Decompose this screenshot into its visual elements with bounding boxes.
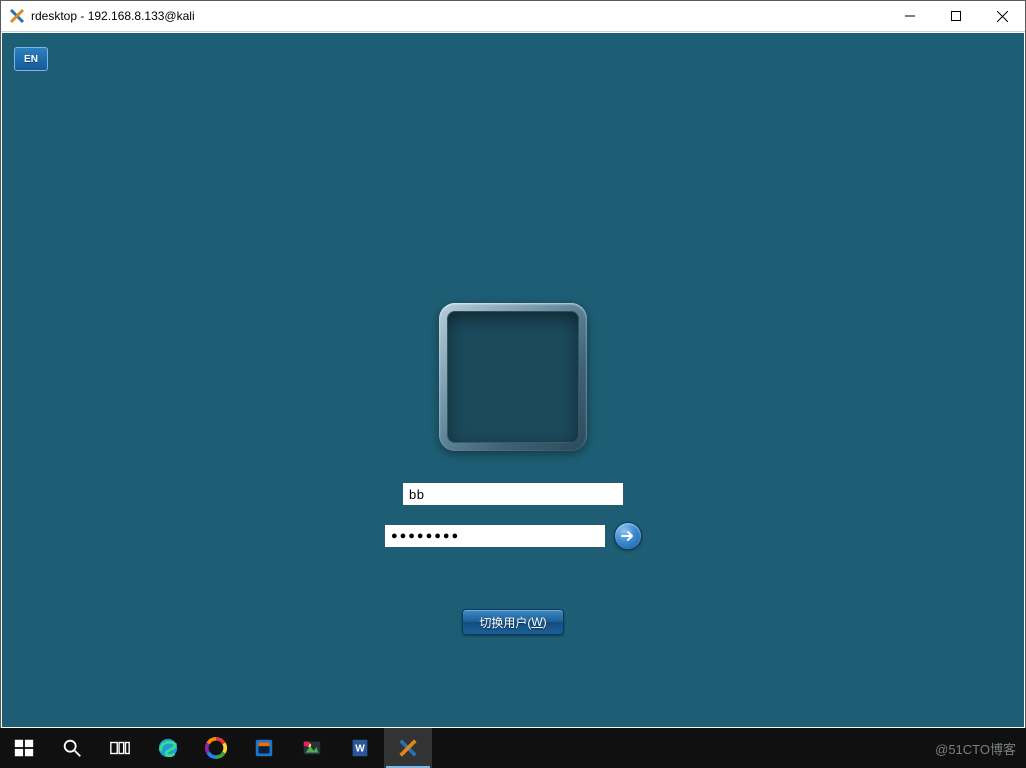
svg-text:W: W xyxy=(355,744,365,755)
login-panel: ●●●●●●●● 切换用户(W) xyxy=(384,303,642,635)
minimize-button[interactable] xyxy=(887,1,933,32)
user-avatar-tile xyxy=(439,303,587,451)
taskbar-app-vmware[interactable] xyxy=(240,728,288,768)
switch-user-button[interactable]: 切换用户(W) xyxy=(462,609,563,635)
taskbar-app-browser[interactable] xyxy=(192,728,240,768)
taskbar-app-word[interactable]: W xyxy=(336,728,384,768)
password-row: ●●●●●●●● xyxy=(384,523,642,549)
word-icon: W xyxy=(349,737,371,759)
titlebar[interactable]: rdesktop - 192.168.8.133@kali xyxy=(1,1,1025,32)
arrow-right-icon xyxy=(620,528,636,544)
maximize-icon xyxy=(951,11,961,21)
username-row xyxy=(402,481,624,507)
remote-desktop-viewport[interactable]: EN ●●●●●●●● 切换用户(W) xyxy=(2,33,1024,727)
minimize-icon xyxy=(905,11,915,21)
screenshot-icon xyxy=(301,737,323,759)
switch-user-label-prefix: 切换用户( xyxy=(479,614,531,631)
edge-icon xyxy=(157,737,179,759)
search-button[interactable] xyxy=(48,728,96,768)
rdesktop-x-icon xyxy=(397,737,419,759)
close-icon xyxy=(997,11,1008,22)
task-view-icon xyxy=(109,737,131,759)
vmware-icon xyxy=(253,737,275,759)
close-button[interactable] xyxy=(979,1,1025,32)
rdesktop-x-icon xyxy=(9,8,25,24)
color-circle-icon xyxy=(205,737,227,759)
switch-user-label-suffix: ) xyxy=(543,615,547,629)
windows-logo-icon xyxy=(13,737,35,759)
user-avatar xyxy=(447,311,579,443)
submit-login-button[interactable] xyxy=(614,522,642,550)
maximize-button[interactable] xyxy=(933,1,979,32)
task-view-button[interactable] xyxy=(96,728,144,768)
taskbar-app-edge[interactable] xyxy=(144,728,192,768)
input-language-badge[interactable]: EN xyxy=(14,47,48,71)
password-input[interactable]: ●●●●●●●● xyxy=(384,524,606,548)
search-icon xyxy=(61,737,83,759)
taskbar-app-snip[interactable] xyxy=(288,728,336,768)
app-window: rdesktop - 192.168.8.133@kali EN ●●●●●●●… xyxy=(0,0,1026,729)
taskbar-app-rdesktop[interactable] xyxy=(384,728,432,768)
username-input[interactable] xyxy=(402,482,624,506)
start-button[interactable] xyxy=(0,728,48,768)
switch-user-hotkey: W xyxy=(531,615,542,629)
host-taskbar[interactable]: W xyxy=(0,728,1026,768)
window-title: rdesktop - 192.168.8.133@kali xyxy=(31,9,195,23)
